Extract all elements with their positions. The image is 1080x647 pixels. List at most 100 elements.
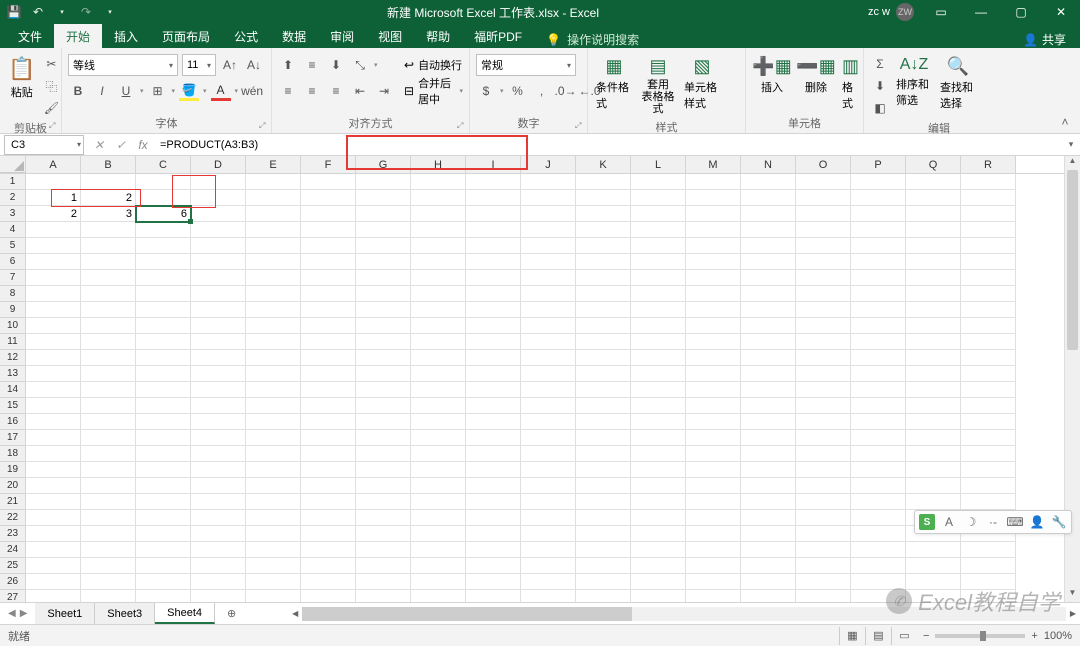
cell-I3[interactable] bbox=[466, 206, 521, 222]
cell-G24[interactable] bbox=[356, 542, 411, 558]
cell-M22[interactable] bbox=[686, 510, 741, 526]
col-header-Q[interactable]: Q bbox=[906, 156, 961, 173]
cell-D2[interactable] bbox=[191, 190, 246, 206]
cell-A25[interactable] bbox=[26, 558, 81, 574]
cell-B9[interactable] bbox=[81, 302, 136, 318]
cell-L6[interactable] bbox=[631, 254, 686, 270]
cell-A9[interactable] bbox=[26, 302, 81, 318]
undo-icon[interactable]: ↶ bbox=[30, 4, 46, 20]
insert-cells-button[interactable]: ➕▦插入 bbox=[752, 54, 792, 97]
cell-D24[interactable] bbox=[191, 542, 246, 558]
cell-M26[interactable] bbox=[686, 574, 741, 590]
cell-E6[interactable] bbox=[246, 254, 301, 270]
col-header-C[interactable]: C bbox=[136, 156, 191, 173]
cell-A21[interactable] bbox=[26, 494, 81, 510]
zoom-level[interactable]: 100% bbox=[1044, 630, 1072, 642]
cell-J2[interactable] bbox=[521, 190, 576, 206]
col-header-I[interactable]: I bbox=[466, 156, 521, 173]
row-header-21[interactable]: 21 bbox=[0, 494, 26, 510]
tab-help[interactable]: 帮助 bbox=[414, 24, 462, 48]
cell-F2[interactable] bbox=[301, 190, 356, 206]
cell-I17[interactable] bbox=[466, 430, 521, 446]
cell-Q18[interactable] bbox=[906, 446, 961, 462]
cell-D9[interactable] bbox=[191, 302, 246, 318]
cell-G12[interactable] bbox=[356, 350, 411, 366]
cell-R9[interactable] bbox=[961, 302, 1016, 318]
cell-R19[interactable] bbox=[961, 462, 1016, 478]
cell-A16[interactable] bbox=[26, 414, 81, 430]
cell-J18[interactable] bbox=[521, 446, 576, 462]
cell-I8[interactable] bbox=[466, 286, 521, 302]
cell-K14[interactable] bbox=[576, 382, 631, 398]
cell-G6[interactable] bbox=[356, 254, 411, 270]
cell-G17[interactable] bbox=[356, 430, 411, 446]
col-header-J[interactable]: J bbox=[521, 156, 576, 173]
cell-R26[interactable] bbox=[961, 574, 1016, 590]
cell-G19[interactable] bbox=[356, 462, 411, 478]
cell-C10[interactable] bbox=[136, 318, 191, 334]
vertical-scrollbar[interactable]: ▲ ▼ bbox=[1064, 156, 1080, 602]
cell-D4[interactable] bbox=[191, 222, 246, 238]
cell-M23[interactable] bbox=[686, 526, 741, 542]
cell-P20[interactable] bbox=[851, 478, 906, 494]
cell-A3[interactable]: 2 bbox=[26, 206, 81, 222]
cell-A20[interactable] bbox=[26, 478, 81, 494]
cell-D5[interactable] bbox=[191, 238, 246, 254]
cell-K4[interactable] bbox=[576, 222, 631, 238]
cell-C8[interactable] bbox=[136, 286, 191, 302]
cell-H9[interactable] bbox=[411, 302, 466, 318]
cell-L27[interactable] bbox=[631, 590, 686, 602]
cell-C26[interactable] bbox=[136, 574, 191, 590]
cell-B16[interactable] bbox=[81, 414, 136, 430]
cell-L20[interactable] bbox=[631, 478, 686, 494]
cell-R11[interactable] bbox=[961, 334, 1016, 350]
cell-A26[interactable] bbox=[26, 574, 81, 590]
cell-P26[interactable] bbox=[851, 574, 906, 590]
cell-H5[interactable] bbox=[411, 238, 466, 254]
cell-G21[interactable] bbox=[356, 494, 411, 510]
cell-G18[interactable] bbox=[356, 446, 411, 462]
cell-G2[interactable] bbox=[356, 190, 411, 206]
tab-view[interactable]: 视图 bbox=[366, 24, 414, 48]
tab-foxit[interactable]: 福昕PDF bbox=[462, 24, 534, 48]
cell-H3[interactable] bbox=[411, 206, 466, 222]
format-cells-button[interactable]: ▥格式 bbox=[840, 54, 861, 113]
cell-B15[interactable] bbox=[81, 398, 136, 414]
cell-I1[interactable] bbox=[466, 174, 521, 190]
cell-K8[interactable] bbox=[576, 286, 631, 302]
cell-G10[interactable] bbox=[356, 318, 411, 334]
cell-D25[interactable] bbox=[191, 558, 246, 574]
cell-N16[interactable] bbox=[741, 414, 796, 430]
cell-E8[interactable] bbox=[246, 286, 301, 302]
cell-H22[interactable] bbox=[411, 510, 466, 526]
sheet-nav-prev-icon[interactable]: ◀ bbox=[8, 608, 16, 619]
cell-L23[interactable] bbox=[631, 526, 686, 542]
page-break-view-icon[interactable]: ▭ bbox=[891, 627, 917, 645]
row-header-11[interactable]: 11 bbox=[0, 334, 26, 350]
cell-N12[interactable] bbox=[741, 350, 796, 366]
bold-icon[interactable]: B bbox=[68, 81, 88, 101]
cell-B8[interactable] bbox=[81, 286, 136, 302]
cell-A2[interactable]: 1 bbox=[26, 190, 81, 206]
cell-B10[interactable] bbox=[81, 318, 136, 334]
cell-C19[interactable] bbox=[136, 462, 191, 478]
cell-G26[interactable] bbox=[356, 574, 411, 590]
cell-K11[interactable] bbox=[576, 334, 631, 350]
cell-F8[interactable] bbox=[301, 286, 356, 302]
fill-icon[interactable]: ⬇ bbox=[870, 76, 890, 96]
cell-G4[interactable] bbox=[356, 222, 411, 238]
cell-F1[interactable] bbox=[301, 174, 356, 190]
cell-F26[interactable] bbox=[301, 574, 356, 590]
cell-R5[interactable] bbox=[961, 238, 1016, 254]
cell-C11[interactable] bbox=[136, 334, 191, 350]
cell-Q11[interactable] bbox=[906, 334, 961, 350]
cell-R18[interactable] bbox=[961, 446, 1016, 462]
col-header-B[interactable]: B bbox=[81, 156, 136, 173]
cell-E12[interactable] bbox=[246, 350, 301, 366]
cell-C18[interactable] bbox=[136, 446, 191, 462]
cell-F15[interactable] bbox=[301, 398, 356, 414]
cell-R16[interactable] bbox=[961, 414, 1016, 430]
indent-dec-icon[interactable]: ⇤ bbox=[350, 81, 370, 101]
cell-M8[interactable] bbox=[686, 286, 741, 302]
cell-I11[interactable] bbox=[466, 334, 521, 350]
